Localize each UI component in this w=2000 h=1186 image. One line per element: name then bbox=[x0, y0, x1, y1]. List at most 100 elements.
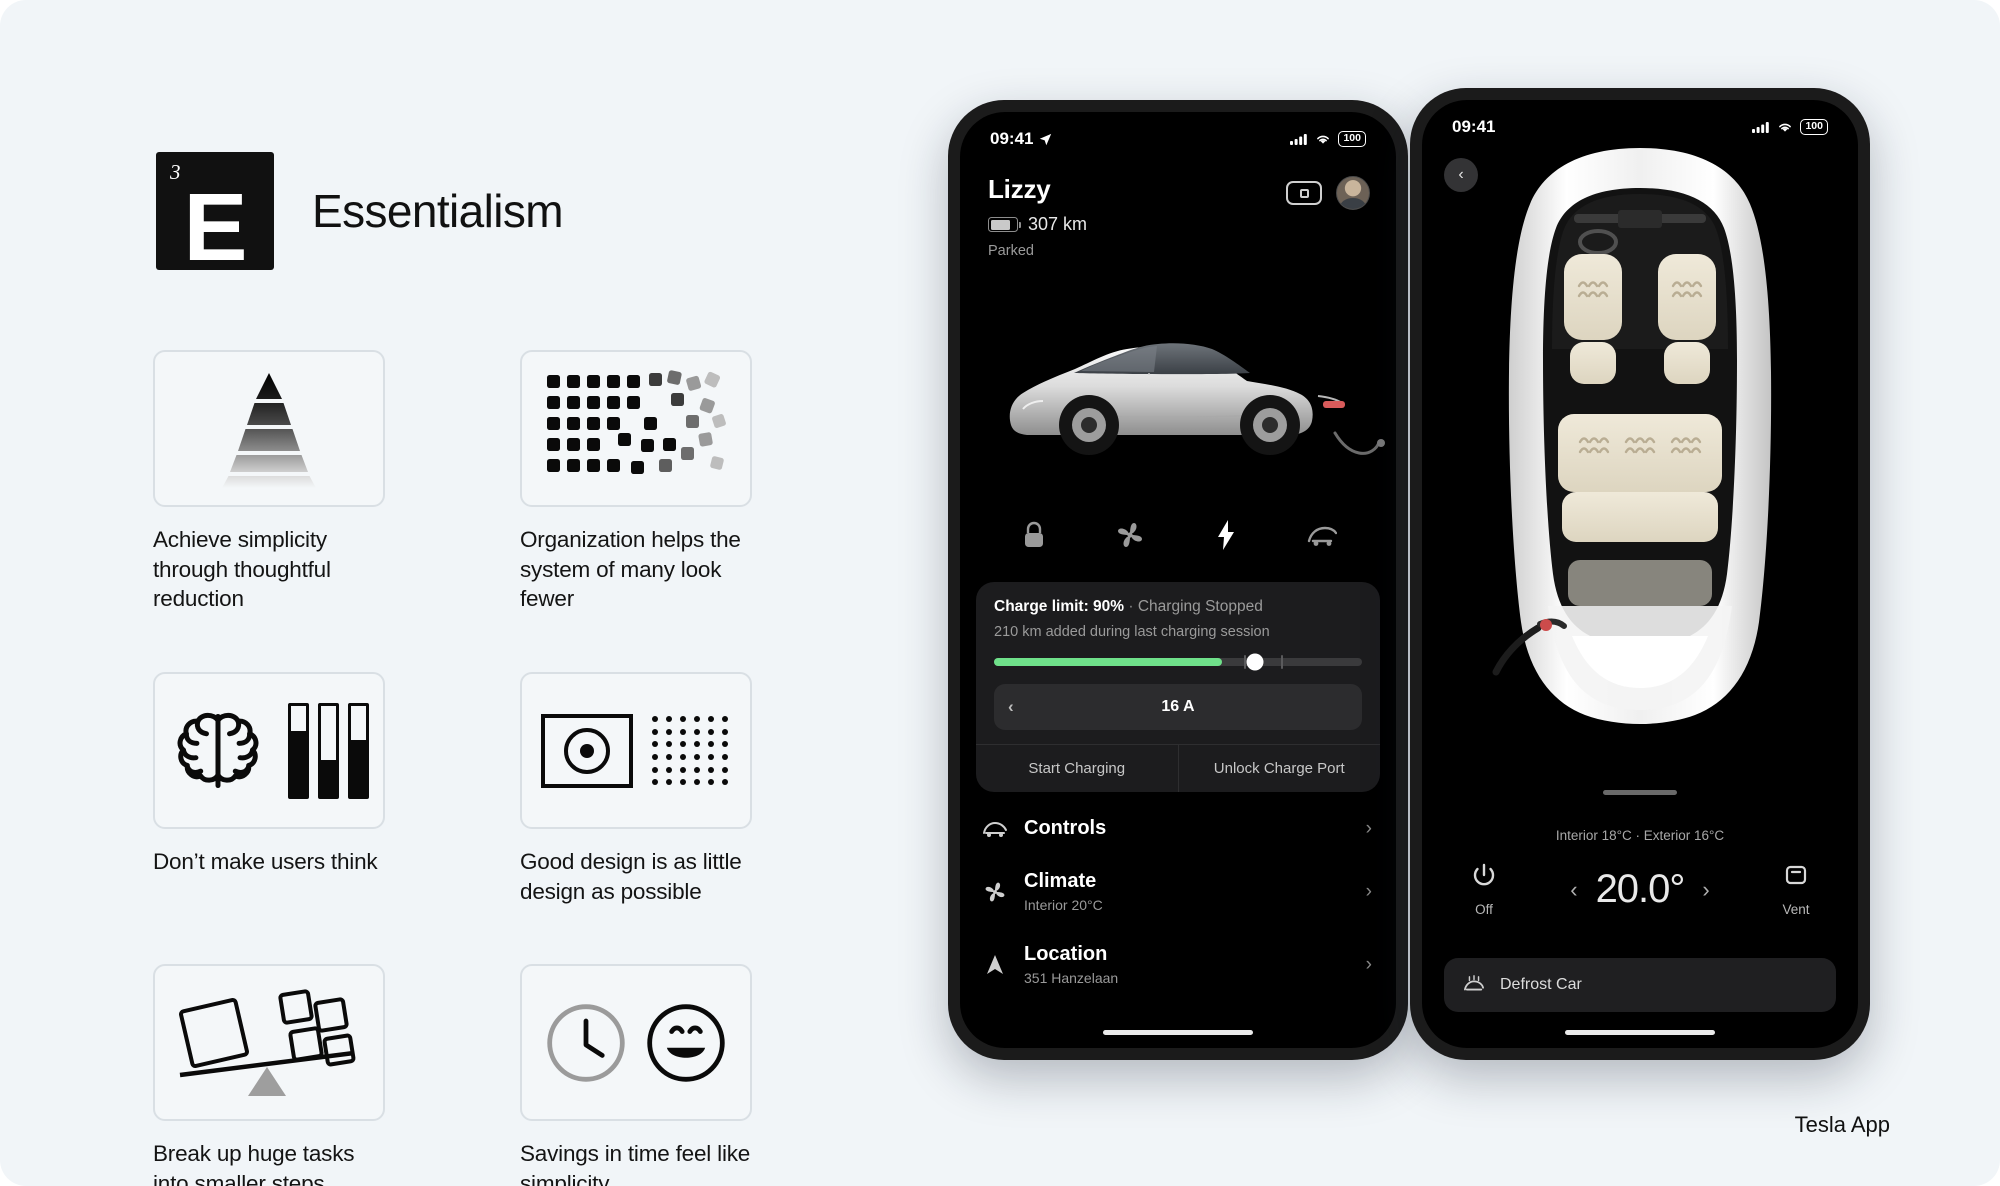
status-bar: 09:41 100 bbox=[1422, 114, 1858, 140]
defrost-car-button[interactable]: Defrost Car bbox=[1444, 958, 1836, 1012]
charge-slider-knob[interactable] bbox=[1246, 653, 1264, 671]
amperage-stepper[interactable]: ‹ 16 A bbox=[994, 684, 1362, 730]
fan-icon[interactable] bbox=[1107, 512, 1153, 558]
chapter-badge: 3 E bbox=[156, 152, 274, 276]
dial-dots-icon bbox=[536, 701, 736, 801]
charging-card: Charge limit: 90% · Charging Stopped 210… bbox=[976, 582, 1380, 792]
principle-caption: Don’t make users think bbox=[153, 849, 378, 875]
menu-subtitle: Interior 20°C bbox=[1024, 897, 1103, 913]
vent-toggle[interactable]: Vent bbox=[1764, 862, 1828, 917]
menu-row-location[interactable]: Location 351 Hanzelaan › bbox=[982, 928, 1378, 1001]
left-content-panel: 3 E Essentialism Achieve simplicity thro… bbox=[0, 0, 900, 1186]
chapter-heading: 3 E Essentialism bbox=[156, 152, 564, 276]
wifi-icon bbox=[1779, 123, 1792, 132]
defrost-label: Defrost Car bbox=[1500, 976, 1582, 993]
principle-card bbox=[153, 964, 385, 1122]
principle-caption: Achieve simplicity through thoughtful re… bbox=[153, 527, 331, 612]
brain-bars-icon bbox=[169, 696, 369, 806]
car-icon bbox=[982, 820, 1008, 838]
temp-increase-button[interactable]: › bbox=[1702, 877, 1709, 903]
vehicle-interior-topview bbox=[1422, 136, 1858, 776]
charge-limit-row: Charge limit: 90% · Charging Stopped bbox=[994, 598, 1362, 616]
start-charging-button[interactable]: Start Charging bbox=[976, 745, 1179, 792]
trunk-icon[interactable] bbox=[1299, 512, 1345, 558]
vent-icon bbox=[1785, 865, 1807, 885]
principle-caption: Savings in time feel like simplicity bbox=[520, 1141, 751, 1186]
principle-caption: Break up huge tasks into smaller steps bbox=[153, 1141, 355, 1186]
menu-title: Location bbox=[1024, 943, 1108, 965]
menu-title: Controls bbox=[1024, 817, 1107, 839]
fan-icon bbox=[982, 881, 1008, 903]
level-bar bbox=[347, 702, 369, 799]
vehicle-image bbox=[960, 297, 1396, 487]
avatar[interactable] bbox=[1336, 176, 1370, 210]
charge-slider[interactable] bbox=[994, 653, 1362, 671]
home-indicator bbox=[1103, 1030, 1253, 1035]
level-bar bbox=[287, 702, 309, 799]
menu-row-controls[interactable]: Controls › bbox=[982, 802, 1378, 855]
battery-indicator: 100 bbox=[1800, 119, 1828, 135]
back-button[interactable]: ‹ bbox=[1444, 158, 1478, 192]
principle-item: Organization helps the system of many lo… bbox=[520, 350, 752, 614]
page-title: Essentialism bbox=[312, 185, 564, 237]
vehicle-range: 307 km bbox=[1028, 214, 1088, 234]
principle-card bbox=[153, 350, 385, 507]
status-bar: 09:41 100 bbox=[960, 126, 1396, 152]
home-indicator bbox=[1565, 1030, 1715, 1035]
principle-card bbox=[153, 672, 385, 830]
temperature-value: 20.0° bbox=[1595, 867, 1686, 911]
tesla-climate-screen: 09:41 100 ‹ Interior 18°C · Exterior 16°… bbox=[1422, 100, 1858, 1048]
charge-added-text: 210 km added during last charging sessio… bbox=[994, 624, 1270, 640]
charge-slider-fill bbox=[994, 658, 1223, 666]
power-toggle[interactable]: Off bbox=[1452, 862, 1516, 917]
chapter-letter: E bbox=[183, 174, 247, 281]
level-bars-icon bbox=[287, 702, 369, 799]
settings-menu-list: Controls › Climate Interior 20°C › Locat… bbox=[982, 802, 1378, 1001]
clock-smiley-icon bbox=[541, 993, 731, 1093]
charge-limit-label: Charge limit: 90% bbox=[994, 598, 1125, 615]
sheet-grabber[interactable] bbox=[1603, 790, 1677, 795]
battery-icon bbox=[988, 217, 1021, 232]
lock-icon[interactable] bbox=[1011, 512, 1057, 558]
principle-item: Achieve simplicity through thoughtful re… bbox=[153, 350, 385, 614]
power-icon bbox=[1473, 863, 1495, 886]
vent-label: Vent bbox=[1782, 902, 1810, 917]
slide-root: 3 E Essentialism Achieve simplicity thro… bbox=[0, 0, 2000, 1186]
bolt-icon[interactable] bbox=[1203, 512, 1249, 558]
car-key-icon[interactable] bbox=[1286, 181, 1322, 205]
temp-decrease-button[interactable]: ‹ bbox=[1570, 877, 1577, 903]
level-bar bbox=[317, 702, 339, 799]
menu-row-climate[interactable]: Climate Interior 20°C › bbox=[982, 855, 1378, 928]
header-actions bbox=[1286, 176, 1370, 210]
smiley-icon bbox=[647, 1004, 725, 1082]
temperature-stepper: ‹ 20.0° › bbox=[1570, 867, 1710, 912]
wifi-icon bbox=[1317, 135, 1330, 144]
tesla-app-home-screen: 09:41 100 Lizzy 307 km Parked Charge lim… bbox=[960, 112, 1396, 1048]
principle-card bbox=[520, 964, 752, 1122]
unlock-charge-port-button[interactable]: Unlock Charge Port bbox=[1179, 745, 1381, 792]
scatter-squares-icon bbox=[541, 369, 731, 489]
signal-bars-icon bbox=[1752, 121, 1770, 133]
charge-status: Charging Stopped bbox=[1137, 598, 1263, 615]
chevron-right-icon: › bbox=[1365, 817, 1372, 839]
chevron-left-icon[interactable]: ‹ bbox=[1008, 697, 1014, 717]
location-arrow-icon bbox=[1040, 133, 1052, 145]
power-label: Off bbox=[1475, 902, 1493, 917]
menu-subtitle: 351 Hanzelaan bbox=[1024, 970, 1119, 986]
amperage-value: 16 A bbox=[1161, 698, 1195, 715]
cabin-temps-summary: Interior 18°C · Exterior 16°C bbox=[1555, 828, 1725, 843]
dot-grid-icon bbox=[649, 714, 731, 788]
status-time: 09:41 bbox=[1452, 117, 1496, 136]
principle-item: Savings in time feel like simplicity bbox=[520, 964, 752, 1186]
chevron-right-icon: › bbox=[1365, 880, 1372, 902]
menu-title: Climate bbox=[1024, 870, 1097, 892]
brain-icon bbox=[177, 712, 258, 788]
charge-buttons-row: Start Charging Unlock Charge Port bbox=[976, 744, 1380, 792]
phone-mockup-right: 09:41 100 ‹ Interior 18°C · Exterior 16°… bbox=[1410, 88, 1870, 1060]
pyramid-gradient-icon bbox=[203, 369, 335, 489]
phone-mockup-left: 09:41 100 Lizzy 307 km Parked Charge lim… bbox=[948, 100, 1408, 1060]
signal-bars-icon bbox=[1290, 133, 1308, 145]
status-time: 09:41 bbox=[990, 129, 1034, 148]
principle-caption: Good design is as little design as possi… bbox=[520, 849, 742, 904]
seesaw-boxes-icon bbox=[174, 983, 364, 1103]
